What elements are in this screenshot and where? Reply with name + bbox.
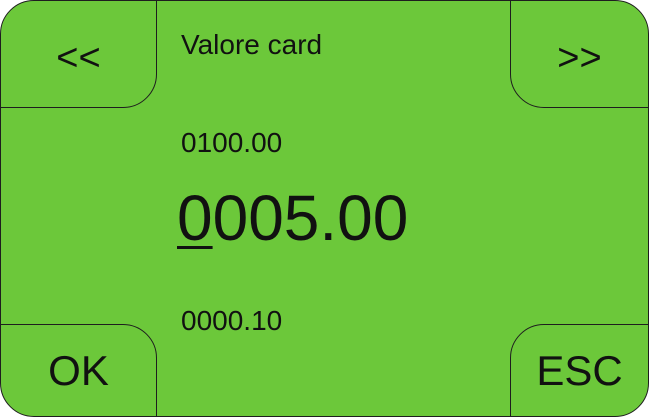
current-value-rest: 005.00 — [212, 182, 409, 254]
esc-button-label: ESC — [536, 346, 623, 394]
lower-value: 0000.10 — [181, 305, 283, 336]
card-value-screen: << >> Valore card 0100.00 0005.00 0000.1… — [0, 0, 649, 417]
previous-button-label: << — [56, 36, 101, 79]
ok-button-label: OK — [48, 346, 109, 394]
previous-button[interactable]: << — [1, 1, 157, 108]
next-button[interactable]: >> — [510, 1, 648, 108]
screen-title: Valore card — [181, 29, 323, 60]
next-button-label: >> — [557, 36, 602, 79]
cursor-digit[interactable]: 0 — [177, 182, 213, 254]
esc-button[interactable]: ESC — [510, 324, 648, 416]
upper-value: 0100.00 — [181, 127, 283, 158]
current-value[interactable]: 0005.00 — [177, 181, 408, 255]
ok-button[interactable]: OK — [1, 324, 157, 416]
